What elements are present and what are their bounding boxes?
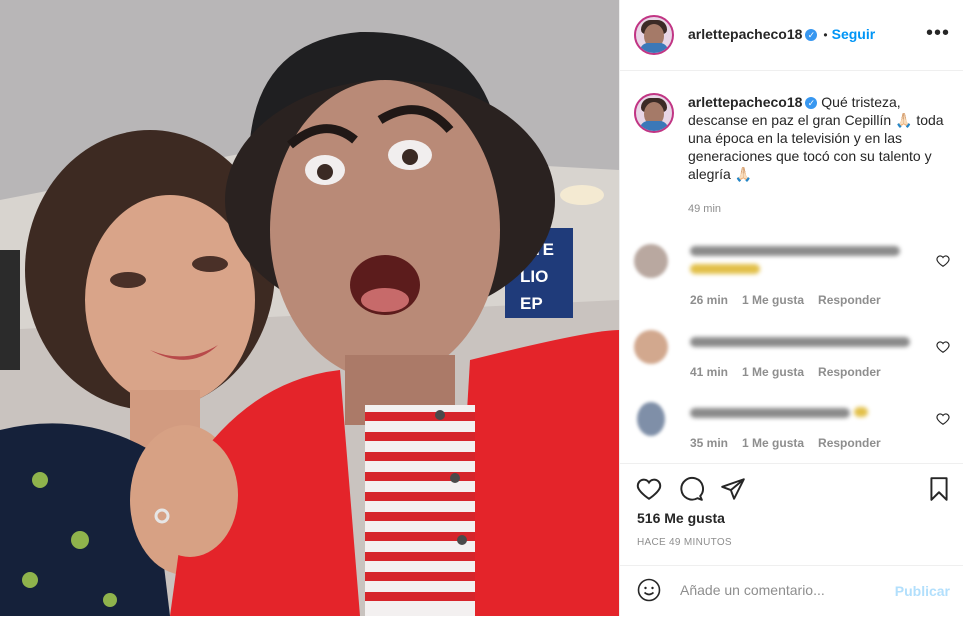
comment-like-icon[interactable] [936,254,950,268]
verified-badge-icon: ✓ [805,97,818,110]
comment-avatar[interactable] [634,330,668,364]
more-horizontal-icon[interactable]: ••• [926,22,950,45]
comment-avatar[interactable] [637,402,665,436]
comment-item: 41 min 1 Me gusta Responder [634,330,950,390]
comment-time: 26 min [690,293,729,307]
comment-icon[interactable] [678,476,704,502]
comment-like-icon[interactable] [936,412,950,426]
post-timestamp: HACE 49 MINUTOS [637,537,732,548]
comment-time: 41 min [690,365,729,379]
add-comment-bar: Publicar [620,565,963,617]
caption-username[interactable]: arlettepacheco18 [688,94,802,110]
post-photo[interactable]: NTE LIO EP [0,0,619,616]
separator-dot: • [823,28,828,42]
caption-time: 49 min [688,203,722,215]
publish-button[interactable]: Publicar [895,583,950,599]
heart-icon[interactable] [636,476,662,502]
emoji-icon[interactable] [637,578,661,602]
header-username[interactable]: arlettepacheco18 [688,26,802,42]
sign-text-2: LIO [520,267,548,286]
comment-meta: 26 min 1 Me gusta Responder [690,293,895,307]
likes-count[interactable]: 516 Me gusta [637,510,725,526]
blurred-comment-text [690,337,910,347]
comment-meta: 41 min 1 Me gusta Responder [690,365,895,379]
comment-time: 35 min [690,436,729,450]
blurred-comment-emoji [690,264,760,274]
comment-likes[interactable]: 1 Me gusta [742,365,804,379]
sign-text-3: EP [520,294,543,313]
blurred-comment-text [690,246,900,256]
comment-avatar[interactable] [634,244,668,278]
bookmark-icon[interactable] [926,476,952,502]
caption-body: arlettepacheco18 ✓ Qué tristeza, descanse… [688,93,950,183]
post-header: arlettepacheco18 ✓ • Seguir ••• [620,0,963,71]
comment-reply-button[interactable]: Responder [818,293,881,307]
header-user: arlettepacheco18 ✓ • Seguir [688,26,875,44]
comment-likes[interactable]: 1 Me gusta [742,436,804,450]
blurred-comment-emoji [854,407,868,417]
verified-badge-icon: ✓ [805,28,818,41]
comment-like-icon[interactable] [936,340,950,354]
caption-avatar[interactable] [634,93,674,133]
comment-likes[interactable]: 1 Me gusta [742,293,804,307]
instagram-post: NTE LIO EP [0,0,963,616]
comment-reply-button[interactable]: Responder [818,436,881,450]
comment-meta: 35 min 1 Me gusta Responder [690,436,895,450]
photo-illustration: NTE LIO EP [0,0,619,616]
blurred-comment-text [690,408,850,418]
comment-item: 26 min 1 Me gusta Responder [634,244,950,307]
share-icon[interactable] [720,476,746,502]
header-avatar[interactable] [634,15,674,55]
post-sidebar: arlettepacheco18 ✓ • Seguir ••• arlettepach… [619,0,963,616]
comment-reply-button[interactable]: Responder [818,365,881,379]
comment-input[interactable] [678,581,892,599]
follow-button[interactable]: Seguir [832,26,876,42]
comment-item: 35 min 1 Me gusta Responder [634,402,950,462]
